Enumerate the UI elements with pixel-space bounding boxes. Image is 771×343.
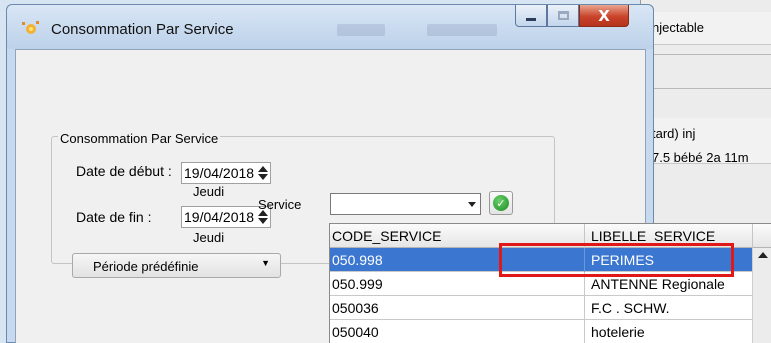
minimize-button[interactable] xyxy=(515,5,547,27)
end-date-input[interactable] xyxy=(182,207,258,227)
title-bar[interactable]: Consommation Par Service X xyxy=(7,5,653,49)
background-divider xyxy=(640,54,771,55)
start-date-field[interactable] xyxy=(181,162,271,184)
spin-down-icon[interactable] xyxy=(258,218,268,224)
background-divider xyxy=(640,88,771,89)
start-date-spinner[interactable] xyxy=(256,163,270,183)
chevron-down-icon: ▼ xyxy=(261,258,270,268)
service-label: Service xyxy=(258,197,302,212)
end-day-label: Jeudi xyxy=(193,230,225,245)
validate-button[interactable]: ✓ xyxy=(489,191,513,215)
predefined-period-button[interactable]: Période prédéfinie ▼ xyxy=(72,253,281,278)
group-title: Consommation Par Service xyxy=(58,131,221,146)
code-cell: 050.998 xyxy=(332,252,383,268)
libelle-cell: F.C . SCHW. xyxy=(591,300,670,316)
cell-divider xyxy=(584,320,585,343)
code-cell: 050.999 xyxy=(332,276,383,292)
title-ghost-text xyxy=(427,24,497,36)
service-combobox[interactable] xyxy=(330,193,481,215)
column-header-code[interactable]: CODE_SERVICE xyxy=(332,228,441,244)
start-day-label: Jeudi xyxy=(193,184,225,199)
highlight-box xyxy=(499,243,734,277)
check-icon: ✓ xyxy=(493,195,509,211)
chevron-down-icon xyxy=(467,201,476,207)
code-cell: 050040 xyxy=(332,324,379,340)
window-controls: X xyxy=(515,5,629,29)
code-cell: 050036 xyxy=(332,300,379,316)
background-row: tard) inj xyxy=(652,118,771,151)
close-icon: X xyxy=(598,6,610,25)
maximize-button[interactable] xyxy=(547,5,579,27)
end-date-label: Date de fin : xyxy=(76,209,152,225)
vertical-scrollbar[interactable] xyxy=(752,248,771,343)
cell-divider xyxy=(584,296,585,320)
service-input[interactable] xyxy=(331,194,464,214)
maximize-icon xyxy=(557,11,569,20)
service-dropdown-button[interactable] xyxy=(464,195,479,213)
table-row[interactable]: 050036 F.C . SCHW. xyxy=(330,296,752,320)
column-header-libelle[interactable]: LIBELLE_SERVICE xyxy=(591,228,715,244)
spin-down-icon[interactable] xyxy=(258,174,268,180)
service-dropdown-grid: CODE_SERVICE LIBELLE_SERVICE 050.998 PER… xyxy=(329,223,771,343)
title-ghost-text xyxy=(337,24,385,36)
app-icon xyxy=(22,21,39,34)
scroll-up-icon[interactable] xyxy=(758,252,768,258)
background-row: njectable xyxy=(652,12,771,45)
background-row: 7.5 bébé 2a 11m xyxy=(652,150,771,164)
libelle-cell: hotelerie xyxy=(591,324,645,340)
libelle-cell: ANTENNE Regionale xyxy=(591,276,725,292)
window-title: Consommation Par Service xyxy=(51,21,234,38)
spin-up-icon[interactable] xyxy=(258,166,268,172)
close-button[interactable]: X xyxy=(579,5,629,27)
minimize-icon xyxy=(526,18,536,21)
predefined-period-label: Période prédéfinie xyxy=(93,259,199,274)
column-divider[interactable] xyxy=(752,224,753,248)
start-date-input[interactable] xyxy=(182,163,258,183)
table-row[interactable]: 050040 hotelerie xyxy=(330,320,752,343)
start-date-label: Date de début : xyxy=(76,163,172,179)
